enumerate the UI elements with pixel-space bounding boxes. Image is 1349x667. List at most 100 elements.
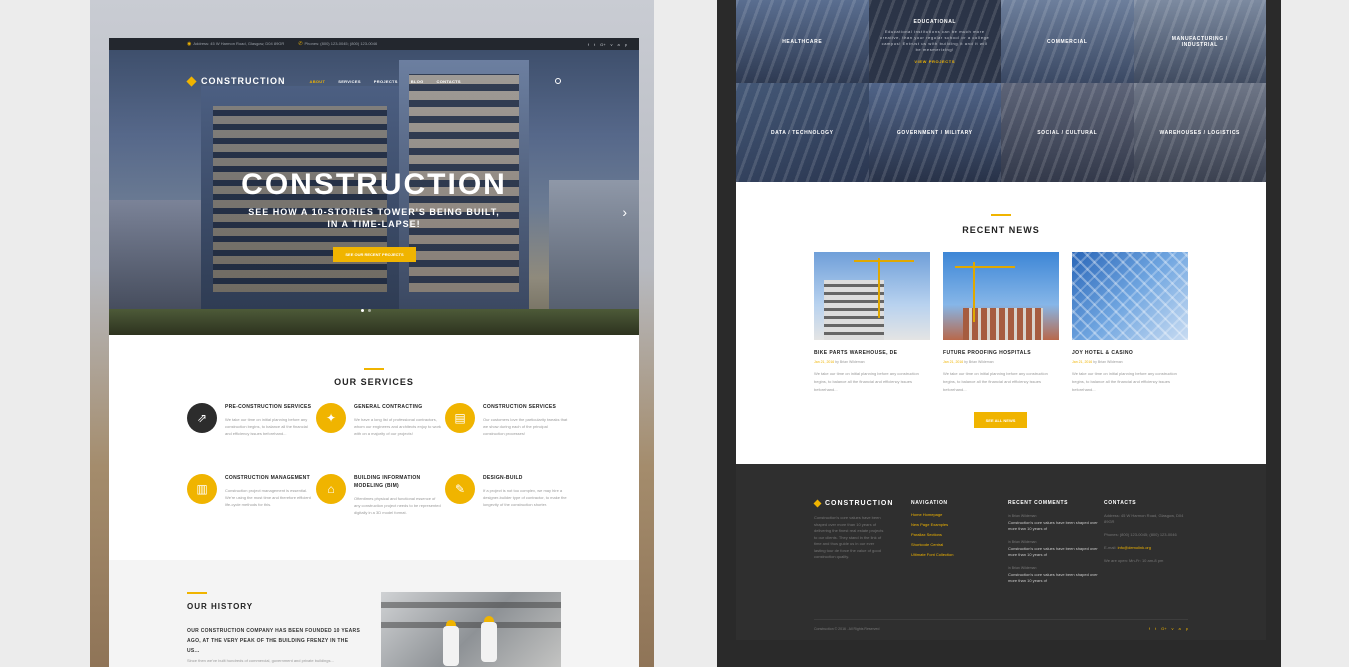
news-post-title[interactable]: FUTURE PROOFING HOSPITALS — [943, 350, 1059, 356]
footer-nav-link[interactable]: Home Homepage — [911, 512, 953, 517]
footer-nav-link[interactable]: Ultimate Font Collection — [911, 552, 953, 557]
comment-text[interactable]: Construction's core values have been sha… — [1008, 520, 1098, 532]
industry-tile-government[interactable]: GOVERNMENT / MILITARY — [868, 83, 1001, 182]
see-all-news-button[interactable]: SEE ALL NEWS — [974, 412, 1027, 428]
post-author: by Brian Wildeman — [835, 360, 865, 364]
nav-item-services[interactable]: SERVICES — [338, 79, 361, 84]
footer-comment: in Brian Wildeman Construction's core val… — [1008, 540, 1098, 558]
industries-grid: HEALTHCARE EDUCATIONAL Educational insti… — [736, 0, 1266, 182]
comment-author[interactable]: in Brian Wildeman — [1008, 514, 1098, 518]
pinterest-icon[interactable]: p — [625, 42, 627, 47]
news-post-image[interactable] — [943, 252, 1059, 340]
section-accent-line — [364, 368, 384, 370]
pinterest-icon[interactable]: p — [1186, 626, 1188, 631]
news-post-image[interactable] — [814, 252, 930, 340]
service-item: ▥ CONSTRUCTION MANAGEMENT Construction pr… — [187, 474, 312, 508]
service-item: ▤ CONSTRUCTION SERVICES Our customers lov… — [445, 403, 570, 437]
chart-icon: ⇗ — [187, 403, 217, 433]
email-label: E-mail: — [1104, 545, 1117, 550]
slider-pagination — [361, 309, 371, 312]
industry-tile-educational[interactable]: EDUCATIONAL Educational institutions can… — [868, 0, 1001, 83]
history-section: OUR HISTORY OUR CONSTRUCTION COMPANY HAS… — [109, 560, 639, 667]
service-description: Construction project management is essen… — [225, 488, 311, 507]
footer-logo[interactable]: CONSTRUCTION — [813, 499, 893, 508]
service-name[interactable]: BUILDING INFORMATION MODELING (BIM) — [354, 474, 441, 490]
facebook-icon[interactable]: f — [1149, 626, 1150, 631]
logo-text: CONSTRUCTION — [201, 76, 286, 86]
post-date: Jan 21, 2016 — [1072, 360, 1093, 364]
amazon-icon[interactable]: a — [618, 42, 620, 47]
industry-tile-data[interactable]: DATA / TECHNOLOGY — [736, 83, 869, 182]
post-date: Jan 21, 2016 — [943, 360, 964, 364]
industry-tile-manufacturing[interactable]: MANUFACTURING / INDUSTRIAL — [1133, 0, 1266, 83]
news-post-excerpt: We take our time on initial planning bef… — [943, 371, 1048, 392]
nav-item-about[interactable]: ABOUT — [310, 79, 326, 84]
section-accent-line — [187, 592, 207, 594]
news-post: JOY HOTEL & CASINO Jan 21, 2016 by Brian… — [1072, 252, 1188, 394]
comment-text[interactable]: Construction's core values have been sha… — [1008, 572, 1098, 584]
footer-nav-link[interactable]: Shortcode Central — [911, 542, 953, 547]
footer-hours: We are open: Mn-Fr: 10 am-8 pm — [1104, 558, 1164, 563]
footer-nav-link[interactable]: Parallax Sections — [911, 532, 953, 537]
industry-tile-social[interactable]: SOCIAL / CULTURAL — [1001, 83, 1134, 182]
crane-icon: ▤ — [445, 403, 475, 433]
site-logo[interactable]: CONSTRUCTION — [186, 75, 286, 87]
handshake-icon: ✦ — [316, 403, 346, 433]
vimeo-icon[interactable]: v — [611, 42, 613, 47]
service-name[interactable]: CONSTRUCTION MANAGEMENT — [225, 474, 312, 482]
hero-slider: CONSTRUCTION ABOUT SERVICES PROJECTS BLO… — [109, 50, 639, 335]
service-name[interactable]: CONSTRUCTION SERVICES — [483, 403, 570, 411]
footer-comments-title: RECENT COMMENTS — [1008, 500, 1069, 506]
tile-label: GOVERNMENT / MILITARY — [896, 129, 973, 136]
twitter-icon[interactable]: t — [1155, 626, 1156, 631]
tile-label: SOCIAL / CULTURAL — [1037, 129, 1098, 136]
industry-tile-commercial[interactable]: COMMERCIAL — [1001, 0, 1134, 83]
comment-author[interactable]: in Brian Wildeman — [1008, 540, 1098, 544]
vimeo-icon[interactable]: v — [1172, 626, 1174, 631]
search-icon[interactable] — [555, 78, 561, 84]
service-name[interactable]: PRE-CONSTRUCTION SERVICES — [225, 403, 312, 411]
google-plus-icon[interactable]: G+ — [600, 42, 605, 47]
amazon-icon[interactable]: a — [1179, 626, 1181, 631]
google-plus-icon[interactable]: G+ — [1161, 626, 1166, 631]
service-name[interactable]: DESIGN-BUILD — [483, 474, 570, 482]
comment-text[interactable]: Construction's core values have been sha… — [1008, 546, 1098, 558]
facebook-icon[interactable]: f — [588, 42, 589, 47]
comment-author[interactable]: in Brian Wildeman — [1008, 566, 1098, 570]
recent-projects-button[interactable]: SEE OUR RECENT PROJECTS — [333, 247, 416, 262]
top-info-bar: ◉ Address: 45 W Harmon Road, Glasgow, D04… — [109, 38, 639, 50]
footer-nav-link[interactable]: New Page Examples — [911, 522, 953, 527]
phone-icon: ✆ — [298, 41, 303, 47]
footer-bottom-bar: Construction © 2016 . All Rights Reserve… — [814, 626, 1188, 631]
service-name[interactable]: GENERAL CONTRACTING — [354, 403, 441, 411]
footer-contacts-title: CONTACTS — [1104, 500, 1137, 506]
tile-label: MANUFACTURING / INDUSTRIAL — [1171, 35, 1228, 48]
news-title: RECENT NEWS — [962, 225, 1040, 235]
slider-dot[interactable] — [361, 309, 364, 312]
email-link[interactable]: info@demolink.org — [1118, 545, 1151, 550]
twitter-icon[interactable]: t — [594, 42, 595, 47]
news-post-title[interactable]: JOY HOTEL & CASINO — [1072, 350, 1188, 356]
section-accent-line — [991, 214, 1011, 216]
industry-tile-healthcare[interactable]: HEALTHCARE — [736, 0, 869, 83]
service-description: Our customers love the particularity twe… — [483, 417, 568, 436]
slider-next-arrow-icon[interactable]: › — [622, 204, 627, 220]
nav-item-contacts[interactable]: CONTACTS — [437, 79, 461, 84]
location-pin-icon: ◉ — [187, 41, 192, 47]
footer-comment: in Brian Wildeman Construction's core val… — [1008, 514, 1098, 532]
hero-subtitle-line: IN A TIME-LAPSE! — [327, 219, 421, 229]
recent-news-section: RECENT NEWS BIKE PARTS WAREHOUSE, DE Jan… — [736, 182, 1266, 464]
nav-item-projects[interactable]: PROJECTS — [374, 79, 398, 84]
news-post-image[interactable] — [1072, 252, 1188, 340]
phones-text: Phones: (800) 123-0045; (800) 123-0046 — [304, 41, 378, 46]
tile-description: Educational institutions can be much mor… — [880, 29, 990, 52]
nav-item-blog[interactable]: BLOG — [411, 79, 424, 84]
news-post-title[interactable]: BIKE PARTS WAREHOUSE, DE — [814, 350, 930, 356]
topbar-social-links: f t G+ v a p — [588, 42, 627, 47]
pencil-icon: ✎ — [445, 474, 475, 504]
footer-phones: Phones: (800) 123-0045; (800) 123-0046 — [1104, 532, 1177, 537]
industry-tile-warehouses[interactable]: WAREHOUSES / LOGISTICS — [1133, 83, 1266, 182]
post-author: by Brian Wildeman — [964, 360, 994, 364]
slider-dot[interactable] — [368, 309, 371, 312]
view-projects-link[interactable]: VIEW PROJECTS — [914, 59, 955, 64]
